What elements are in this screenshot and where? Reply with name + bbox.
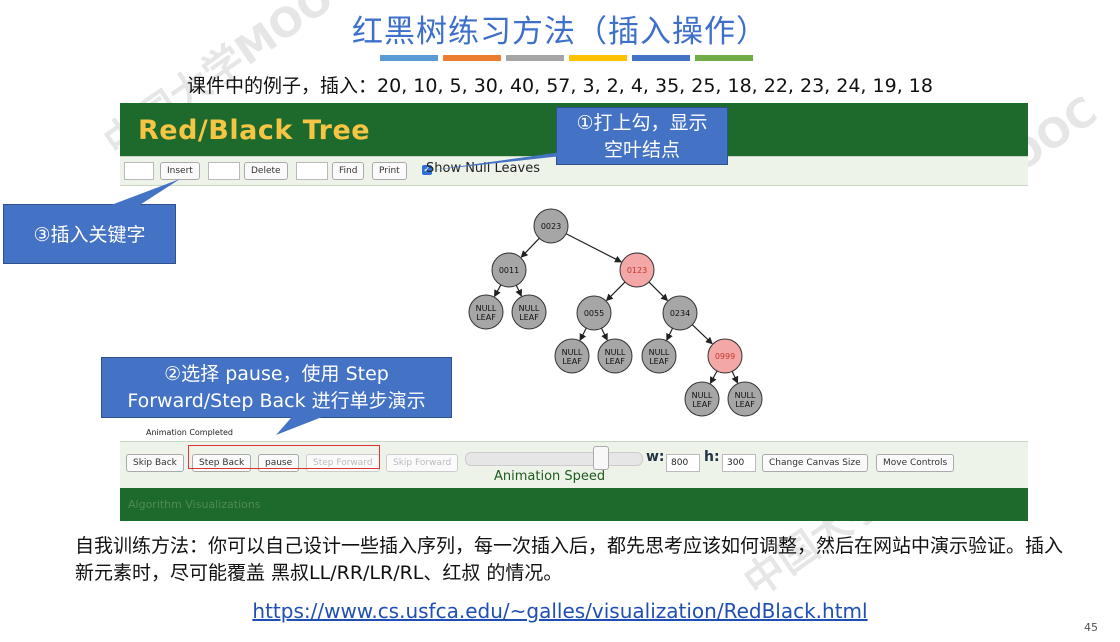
visualization-link[interactable]: https://www.cs.usfca.edu/~galles/visuali…: [0, 599, 1120, 623]
callout-pointer: [276, 410, 340, 435]
self-practice-description: 自我训练方法：你可以自己设计一些插入序列，每一次插入后，都先思考应该如何调整，然…: [75, 535, 1064, 584]
page-number: 45: [1084, 621, 1098, 634]
callout-pointer: [433, 152, 598, 170]
callout-pointer: [98, 179, 180, 210]
